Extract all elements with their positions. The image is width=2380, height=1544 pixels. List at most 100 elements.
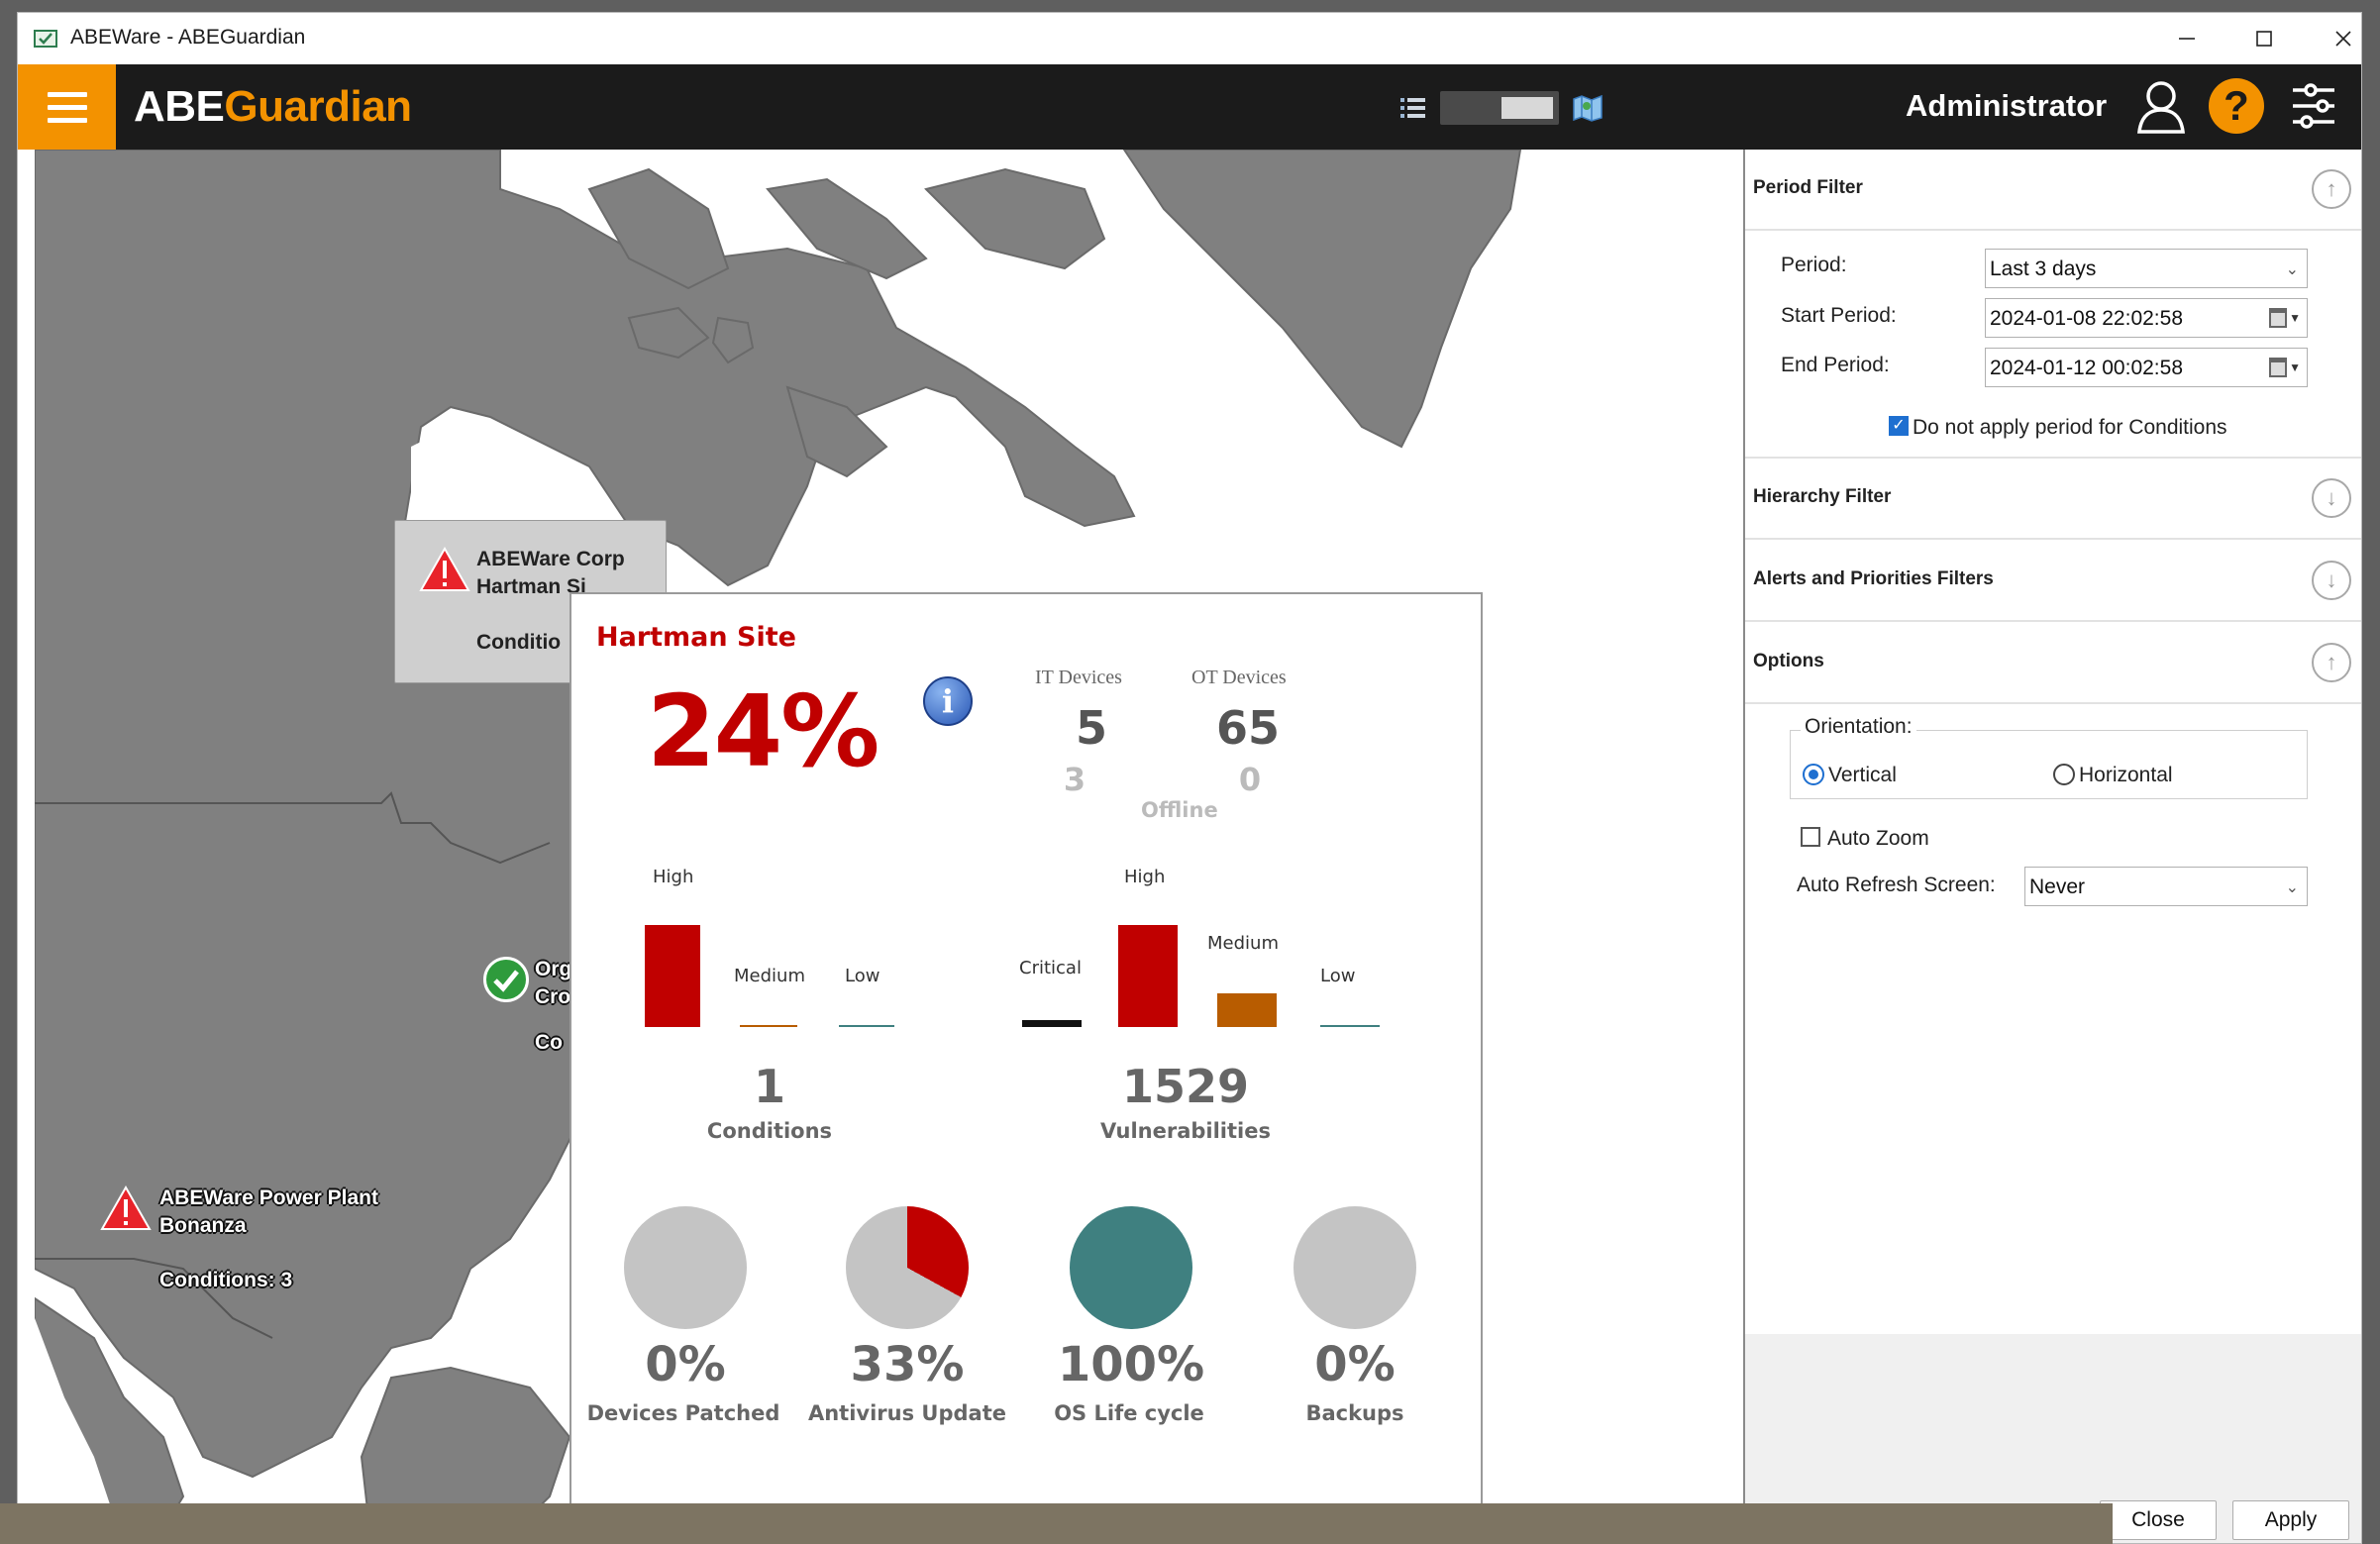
it-devices-label: IT Devices [1035,667,1122,688]
pct-backups: 0% [1314,1337,1396,1392]
user-icon[interactable] [2135,79,2187,135]
horizontal-label: Horizontal [2079,764,2173,786]
no-period-conditions-checkbox[interactable]: ✓ [1889,416,1909,436]
section-period-filter[interactable]: Period Filter ↑ [1745,150,2361,231]
label-backups: Backups [1305,1401,1404,1425]
maximize-icon [2256,31,2272,47]
vuln-bar-high [1118,925,1178,1027]
apply-button[interactable]: Apply [2232,1500,2349,1540]
conditions-caption: Conditions [706,1119,833,1143]
pie-os-lifecycle [1070,1206,1192,1329]
minimize-button[interactable] [2157,19,2217,58]
conditions-total: 1 [753,1060,785,1113]
orientation-group: Orientation: Vertical Horizontal [1790,715,2308,799]
overall-score: 24% [647,673,880,789]
cond-bar-low [839,1025,894,1027]
site-label-green[interactable]: Org Cro [535,956,571,1011]
period-select[interactable]: Last 3 days ⌄ [1985,249,2308,288]
app-header: ABEGuardian Administrator ? [18,64,2361,150]
bottom-overlay-bar [0,1503,2113,1544]
hierarchy-filter-title: Hierarchy Filter [1753,486,1892,507]
auto-zoom-checkbox[interactable] [1801,827,1820,847]
close-icon [2335,31,2351,47]
brand-logo: ABEGuardian [134,82,412,131]
section-alerts-filter[interactable]: Alerts and Priorities Filters ↓ [1745,541,2361,622]
pct-antivirus-update: 33% [850,1337,965,1392]
site-detail-popup: Hartman Site 24% i IT Devices OT Devices… [569,592,1483,1543]
hamburger-icon [47,91,87,97]
start-period-label: Start Period: [1781,304,1897,327]
expand-down-icon[interactable]: ↓ [2312,478,2351,518]
vuln-label-high: High [1124,867,1166,887]
end-period-field[interactable]: 2024-01-12 00:02:58 ▼ [1985,348,2308,387]
collapse-up-icon[interactable]: ↑ [2312,643,2351,682]
ot-devices-label: OT Devices [1191,667,1287,688]
horizontal-radio[interactable] [2053,764,2075,785]
it-devices-count: 5 [1075,701,1107,755]
site-ok-marker[interactable] [483,957,529,1002]
orientation-label: Orientation: [1801,715,1916,739]
window-title: ABEWare - ABEGuardian [70,26,306,49]
pct-os-lifecycle: 100% [1057,1337,1205,1392]
vertical-label: Vertical [1828,764,1897,786]
settings-sliders-icon[interactable] [2291,82,2336,130]
vulnerabilities-caption: Vulnerabilities [1100,1119,1271,1143]
pie-devices-patched [624,1206,747,1329]
vuln-label-critical: Critical [1019,958,1082,978]
warning-icon[interactable] [100,1185,152,1231]
end-period-label: End Period: [1781,354,1890,376]
cond-bar-high [645,925,700,1027]
section-options[interactable]: Options ↑ [1745,623,2361,704]
label-os-lifecycle: OS Life cycle [1054,1401,1204,1425]
view-toggle-switch[interactable] [1440,91,1559,125]
site-label-power-plant[interactable]: ABEWare Power Plant Bonanza [159,1184,378,1240]
auto-zoom-label: Auto Zoom [1827,827,1929,850]
collapse-up-icon[interactable]: ↑ [2312,169,2351,209]
offline-label: Offline [1141,798,1218,822]
pie-antivirus-update [846,1206,969,1329]
it-offline-count: 3 [1063,761,1087,798]
list-view-icon [1400,98,1425,118]
pie-backups [1293,1206,1416,1329]
calendar-icon[interactable]: ▼ [2269,308,2301,328]
label-antivirus-update: Antivirus Update [807,1401,1006,1425]
chevron-down-icon: ⌄ [2285,879,2299,896]
calendar-icon[interactable]: ▼ [2269,358,2301,377]
vuln-label-low: Low [1320,966,1356,986]
info-icon[interactable]: i [923,676,973,726]
vuln-label-medium: Medium [1207,933,1279,954]
ot-offline-count: 0 [1238,761,1262,798]
auto-refresh-label: Auto Refresh Screen: [1797,874,1996,896]
ot-devices-count: 65 [1215,701,1280,755]
cond-label-medium: Medium [734,966,805,986]
auto-refresh-select[interactable]: Never ⌄ [2024,867,2308,906]
period-filter-title: Period Filter [1753,177,1863,198]
maximize-button[interactable] [2234,19,2294,58]
cond-label-low: Low [845,966,880,986]
vuln-bar-medium [1217,993,1277,1027]
period-filter-body: Period: Last 3 days ⌄ Start Period: 2024… [1745,231,2361,459]
alerts-filter-title: Alerts and Priorities Filters [1753,568,1994,589]
close-button[interactable]: Close [2100,1500,2217,1540]
user-name: Administrator [1906,88,2108,123]
warning-icon [419,547,470,591]
close-window-button[interactable] [2314,19,2361,58]
section-hierarchy-filter[interactable]: Hierarchy Filter ↓ [1745,459,2361,540]
view-toggle[interactable] [1398,88,1604,128]
vuln-bar-critical [1022,1020,1082,1027]
site-callout-conditions: Conditio [476,631,562,654]
vertical-radio[interactable] [1803,764,1824,785]
expand-down-icon[interactable]: ↓ [2312,561,2351,600]
cond-bar-medium [740,1025,797,1027]
no-period-conditions-label: Do not apply period for Conditions [1913,416,2227,439]
help-icon[interactable]: ? [2209,78,2264,134]
app-window: ABEWare - ABEGuardian ABEGuardian Admini… [17,12,2362,1544]
chevron-down-icon: ⌄ [2285,261,2299,278]
start-period-field[interactable]: 2024-01-08 22:02:58 ▼ [1985,298,2308,338]
menu-button[interactable] [18,64,116,150]
vuln-bar-low [1320,1025,1380,1027]
options-title: Options [1753,651,1824,671]
period-label: Period: [1781,254,1847,276]
title-bar: ABEWare - ABEGuardian [18,13,2361,64]
vulnerabilities-total: 1529 [1121,1060,1250,1113]
